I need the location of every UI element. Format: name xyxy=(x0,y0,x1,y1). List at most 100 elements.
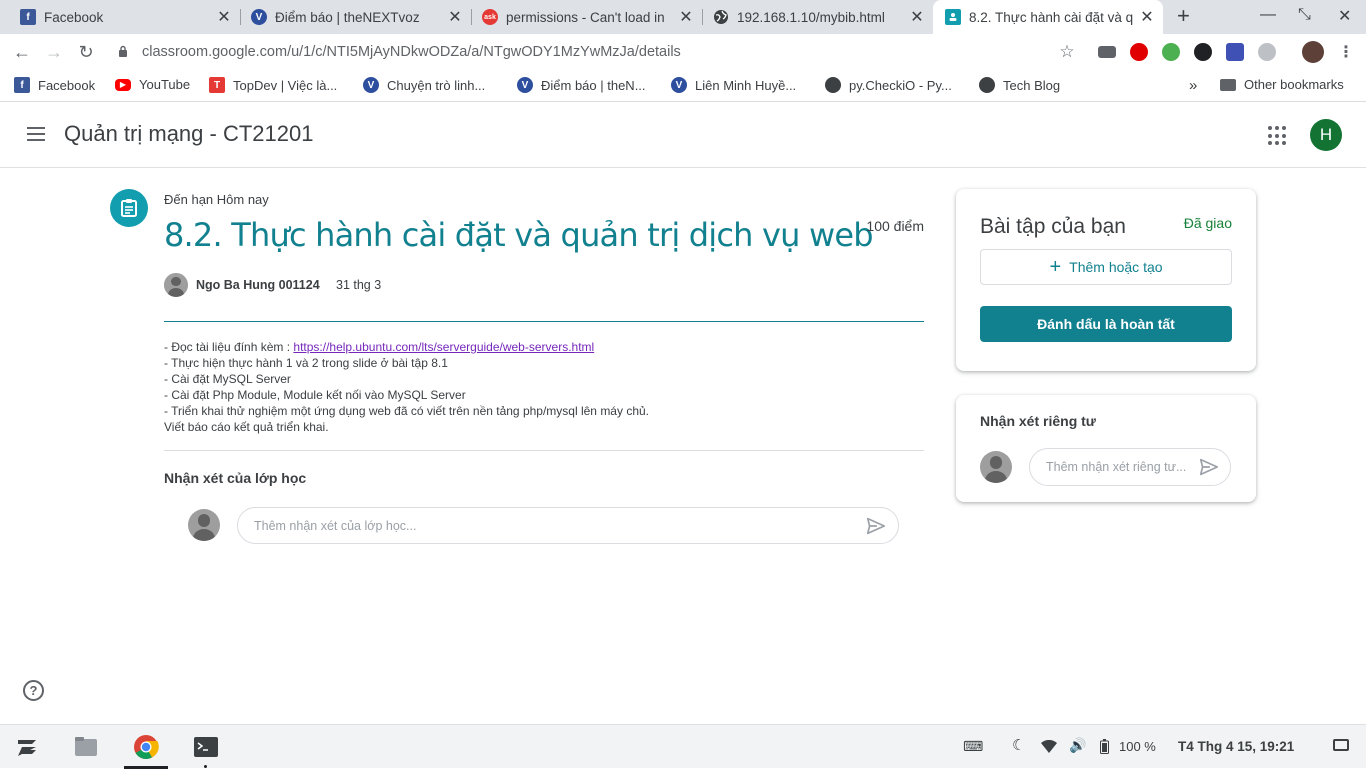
send-icon[interactable] xyxy=(865,515,887,537)
back-icon[interactable]: ← xyxy=(10,40,34,64)
due-date: Đến hạn Hôm nay xyxy=(164,192,269,207)
folder-icon xyxy=(1220,78,1236,91)
new-tab-icon[interactable]: + xyxy=(1177,3,1190,29)
tab-title: permissions - Can't load in xyxy=(506,9,665,25)
extension-gnome-icon[interactable] xyxy=(1194,43,1212,61)
tab-classroom-active[interactable]: 8.2. Thực hành cài đặt và q ✕ xyxy=(933,0,1163,34)
bookmark-checkio[interactable]: py.CheckiO - Py... xyxy=(825,77,952,93)
tab-title: 8.2. Thực hành cài đặt và q xyxy=(969,9,1134,25)
assignment-points: 100 điểm xyxy=(866,218,924,234)
instruction-line: - Đọc tài liệu đính kèm : https://help.u… xyxy=(164,340,595,354)
wifi-icon[interactable] xyxy=(1041,740,1057,753)
lock-icon xyxy=(118,45,136,60)
extension-voz-icon[interactable] xyxy=(1098,46,1116,58)
author-avatar xyxy=(164,273,188,297)
extension-adblock-icon[interactable] xyxy=(1130,43,1148,61)
extension-idm-icon[interactable] xyxy=(1162,43,1180,61)
instruction-line: - Cài đặt Php Module, Module kết nối vào… xyxy=(164,388,466,402)
instruction-line: - Triển khai thử nghiệm một ứng dụng web… xyxy=(164,404,649,418)
classroom-icon xyxy=(945,9,961,25)
night-light-icon[interactable]: ☾ xyxy=(1012,736,1025,754)
forward-icon[interactable]: → xyxy=(42,40,66,64)
divider xyxy=(164,321,924,322)
your-work-card: Bài tập của bạn Đã giao + Thêm hoặc tạo … xyxy=(956,189,1256,371)
tab-facebook[interactable]: f Facebook ✕ xyxy=(0,0,240,34)
close-tab-icon[interactable]: ✕ xyxy=(907,7,927,27)
class-comment-input[interactable] xyxy=(254,518,844,533)
minimize-icon[interactable]: — xyxy=(1260,6,1276,24)
private-comment-input[interactable] xyxy=(1046,460,1192,474)
google-apps-icon[interactable] xyxy=(1268,126,1288,146)
notifications-icon[interactable] xyxy=(1333,739,1349,751)
bookmark-topdev[interactable]: T TopDev | Việc là... xyxy=(209,77,337,93)
zorin-menu-icon[interactable] xyxy=(14,734,40,760)
voz-icon: V xyxy=(517,77,533,93)
files-app-icon[interactable] xyxy=(73,734,99,760)
tab-askubuntu[interactable]: ask permissions - Can't load in ✕ xyxy=(462,0,702,34)
post-date: 31 thg 3 xyxy=(336,278,382,292)
mark-as-done-button[interactable]: Đánh dấu là hoàn tất xyxy=(980,306,1232,342)
close-window-icon[interactable]: ✕ xyxy=(1338,6,1351,26)
tab-mybib[interactable]: 192.168.1.10/mybib.html ✕ xyxy=(693,0,933,34)
voz-icon: V xyxy=(363,77,379,93)
bookmark-chuyen-tro[interactable]: V Chuyện trò linh... xyxy=(363,77,485,93)
user-avatar xyxy=(188,509,220,541)
add-or-create-button[interactable]: + Thêm hoặc tạo xyxy=(980,249,1232,285)
close-tab-icon[interactable]: ✕ xyxy=(1137,7,1157,27)
bookmark-label: Liên Minh Huyề... xyxy=(695,77,797,93)
classroom-header: Quản trị mạng - CT21201 H xyxy=(0,102,1366,168)
battery-percent: 100 % xyxy=(1119,739,1156,754)
tab-title: Facebook xyxy=(44,9,104,25)
hamburger-menu-icon[interactable] xyxy=(24,123,48,147)
bookmark-facebook[interactable]: f Facebook xyxy=(14,77,95,93)
chrome-menu-icon[interactable]: ⋮ xyxy=(1334,40,1358,64)
bookmark-star-icon[interactable]: ☆ xyxy=(1055,40,1079,64)
bookmark-youtube[interactable]: ▶ YouTube xyxy=(115,77,190,92)
account-avatar[interactable]: H xyxy=(1310,119,1342,151)
globe-icon xyxy=(979,77,995,93)
private-comments-card: Nhận xét riêng tư xyxy=(956,395,1256,502)
bookmarks-bar: f Facebook ▶ YouTube T TopDev | Việc là.… xyxy=(0,70,1366,102)
bookmark-label: Chuyện trò linh... xyxy=(387,77,486,93)
help-icon[interactable]: ? xyxy=(23,680,44,701)
battery-icon[interactable] xyxy=(1100,739,1109,754)
restore-icon[interactable]: ⤡ xyxy=(1298,6,1311,24)
class-title[interactable]: Quản trị mạng - CT21201 xyxy=(64,121,313,147)
os-taskbar: ⌨ ☾ 🔊 100 % T4 Thg 4 15, 19:21 xyxy=(0,724,1366,769)
facebook-icon: f xyxy=(20,9,36,25)
send-icon[interactable] xyxy=(1198,456,1220,478)
bookmark-lien-minh[interactable]: V Liên Minh Huyề... xyxy=(671,77,796,93)
tab-title: Điểm báo | theNEXTvoz xyxy=(275,9,420,25)
instruction-line: Viết báo cáo kết quả triển khai. xyxy=(164,420,329,434)
url-text: classroom.google.com/u/1/c/NTI5MjAyNDkwO… xyxy=(142,44,681,60)
extension-cloud-icon[interactable] xyxy=(1258,43,1276,61)
terminal-app-icon[interactable] xyxy=(193,734,219,760)
keyboard-icon[interactable]: ⌨ xyxy=(963,738,983,755)
attachment-link[interactable]: https://help.ubuntu.com/lts/serverguide/… xyxy=(293,340,594,354)
tab-title: 192.168.1.10/mybib.html xyxy=(737,9,885,25)
other-bookmarks[interactable]: Other bookmarks xyxy=(1220,77,1344,92)
bookmark-tech-blog[interactable]: Tech Blog xyxy=(979,77,1060,93)
bookmark-diem-bao[interactable]: V Điểm báo | theN... xyxy=(517,77,646,93)
reload-icon[interactable]: ↻ xyxy=(74,40,98,64)
tab-voz[interactable]: V Điểm báo | theNEXTvoz ✕ xyxy=(231,0,471,34)
extension-pocket-icon[interactable] xyxy=(1226,43,1244,61)
add-or-create-label: Thêm hoặc tạo xyxy=(1069,259,1163,275)
bookmarks-overflow-icon[interactable]: » xyxy=(1189,77,1197,94)
profile-avatar[interactable] xyxy=(1302,41,1324,63)
address-bar[interactable]: classroom.google.com/u/1/c/NTI5MjAyNDkwO… xyxy=(110,37,1090,67)
topdev-icon: T xyxy=(209,77,225,93)
bookmark-label: Facebook xyxy=(38,77,96,93)
user-avatar xyxy=(980,451,1012,483)
chrome-app-icon[interactable] xyxy=(133,734,159,760)
bookmark-label: Tech Blog xyxy=(1003,77,1061,93)
status-badge: Đã giao xyxy=(1183,215,1232,231)
private-comment-box xyxy=(1029,448,1231,486)
youtube-icon: ▶ xyxy=(115,78,131,91)
bookmark-label: Điểm báo | theN... xyxy=(541,77,646,93)
clock[interactable]: T4 Thg 4 15, 19:21 xyxy=(1178,739,1294,754)
browser-toolbar: ← → ↻ classroom.google.com/u/1/c/NTI5MjA… xyxy=(0,34,1366,70)
voz-icon: V xyxy=(671,77,687,93)
volume-icon[interactable]: 🔊 xyxy=(1069,737,1086,754)
assignment-icon xyxy=(110,189,148,227)
